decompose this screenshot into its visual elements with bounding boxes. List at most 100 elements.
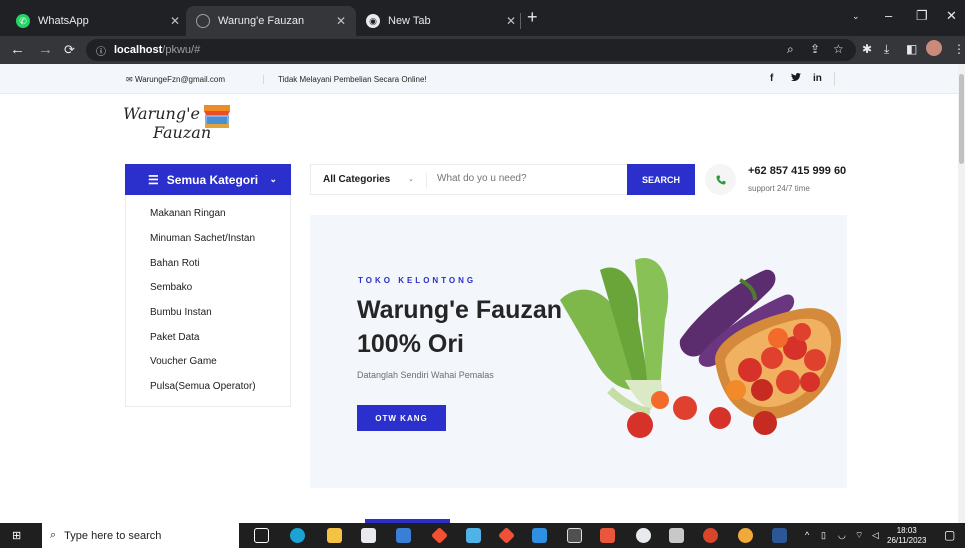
share-icon[interactable]: ⇪	[810, 42, 820, 56]
download-icon[interactable]: ⤓	[884, 42, 889, 57]
browser-tab-strip: ✆ WhatsApp ✕ Warung'e Fauzan ✕ ◉ New Tab…	[0, 0, 965, 36]
hero-title-line-1: Warung'e Fauzan	[357, 296, 563, 324]
windows-taskbar: ⊞ ⌕ Type here to search ^ ▯ ◡ ⌔ ◁ 18:03 …	[0, 523, 965, 548]
close-icon[interactable]: ✕	[506, 14, 516, 28]
taskbar-search-box[interactable]: ⌕ Type here to search	[42, 523, 239, 548]
chrome-icon[interactable]	[636, 528, 651, 543]
phone-number: +62 857 415 999 60	[748, 165, 847, 177]
tab-whatsapp[interactable]: ✆ WhatsApp ✕	[6, 6, 190, 36]
search-icon: ⌕	[50, 529, 57, 541]
tab-search-icon[interactable]: ⌄	[852, 11, 860, 22]
chrome-icon[interactable]	[738, 528, 753, 543]
tab-separator	[520, 13, 521, 29]
tab-label: WhatsApp	[38, 15, 89, 27]
windows-start-icon[interactable]: ⊞	[12, 529, 21, 542]
url-host: localhost	[114, 44, 163, 56]
category-item[interactable]: Makanan Ringan	[150, 208, 226, 219]
category-item[interactable]: Pulsa(Semua Operator)	[150, 381, 256, 392]
category-list: Makanan Ringan Minuman Sachet/Instan Bah…	[125, 195, 291, 407]
url-field[interactable]: ⓘ localhost /pkwu/#	[86, 39, 856, 61]
address-bar-row: ← → ⟳ ⓘ localhost /pkwu/# ⌕ ⇪ ☆ ✱ ⤓ ◧ ⋮	[0, 36, 965, 64]
close-icon[interactable]: ✕	[170, 14, 180, 28]
profile-avatar-icon[interactable]	[926, 40, 942, 56]
phone-icon	[705, 164, 736, 195]
reload-icon[interactable]: ⟳	[64, 41, 75, 59]
vegetables-image	[560, 258, 841, 438]
category-item[interactable]: Voucher Game	[150, 356, 217, 367]
hero-cta-button[interactable]: OTW KANG	[357, 405, 446, 431]
category-item[interactable]: Sembako	[150, 282, 192, 293]
taskbar-clock[interactable]: 18:03 26/11/2023	[887, 526, 926, 546]
hero-eyebrow: TOKO KELONTONG	[358, 276, 477, 285]
terminal-icon[interactable]	[567, 528, 582, 543]
social-divider	[834, 72, 835, 86]
search-input[interactable]	[437, 173, 617, 184]
notification-icon[interactable]: ▢	[944, 528, 955, 542]
store-icon[interactable]	[396, 528, 411, 543]
side-panel-icon[interactable]: ◧	[906, 42, 917, 56]
hero-banner: TOKO KELONTONG Warung'e Fauzan 100% Ori …	[310, 215, 847, 488]
linkedin-icon[interactable]: in	[813, 73, 822, 84]
tab-warunge-fauzan[interactable]: Warung'e Fauzan ✕	[186, 6, 356, 36]
menu-kebab-icon[interactable]: ⋮	[953, 42, 965, 56]
edge-icon[interactable]	[290, 528, 305, 543]
product-search-form: All Categories ⌄ SEARCH	[310, 164, 695, 195]
clock-date: 26/11/2023	[887, 536, 927, 545]
support-text: support 24/7 time	[748, 184, 810, 193]
chrome-icon: ◉	[366, 14, 380, 28]
zoom-icon[interactable]: ⌕	[787, 42, 794, 57]
taskbar-search-placeholder: Type here to search	[64, 529, 162, 542]
word-icon[interactable]	[772, 528, 787, 543]
all-categories-button[interactable]: ☰ Semua Kategori ⌄	[125, 164, 291, 195]
task-view-icon[interactable]	[254, 528, 269, 543]
tray-chevron-icon[interactable]: ^	[805, 530, 809, 540]
hero-description: Datanglah Sendiri Wahai Pemalas	[357, 370, 494, 380]
twitter-icon[interactable]	[791, 73, 801, 85]
logo-line-1: Warung'e	[123, 104, 200, 123]
tab-label: New Tab	[388, 15, 431, 27]
calculator-icon[interactable]	[361, 528, 376, 543]
category-item[interactable]: Paket Data	[150, 332, 199, 343]
wifi-icon[interactable]: ⌔	[855, 530, 863, 541]
site-logo[interactable]: Warung'e Fauzan	[123, 104, 211, 142]
page-scrollbar[interactable]	[958, 64, 965, 523]
tab-label: Warung'e Fauzan	[218, 15, 305, 27]
file-explorer-icon[interactable]	[327, 528, 342, 543]
email-text: WarungeFzn@gmail.com	[134, 75, 226, 84]
new-tab-button[interactable]: +	[527, 7, 538, 28]
window-close-button[interactable]: ✕	[946, 8, 957, 24]
category-item[interactable]: Bumbu Instan	[150, 307, 212, 318]
volume-icon[interactable]: ◁	[872, 530, 879, 541]
xampp-icon[interactable]	[600, 528, 615, 543]
url-path: /pkwu/#	[162, 44, 201, 56]
header-top-bar: ✉ WarungeFzn@gmail.com Tidak Melayani Pe…	[0, 64, 965, 94]
whatsapp-icon: ✆	[16, 14, 30, 28]
scrollbar-thumb[interactable]	[959, 74, 964, 164]
maximize-button[interactable]: ❐	[916, 8, 928, 24]
extensions-icon[interactable]: ✱	[862, 42, 872, 56]
search-button[interactable]: SEARCH	[627, 164, 695, 195]
info-icon[interactable]: ⓘ	[96, 43, 106, 58]
app-icon[interactable]	[466, 528, 481, 543]
hero-title-line-2: 100% Ori	[357, 330, 465, 358]
category-item[interactable]: Bahan Roti	[150, 258, 199, 269]
bookmark-star-icon[interactable]: ☆	[833, 42, 844, 56]
back-icon[interactable]: ←	[10, 41, 25, 59]
app-icon[interactable]	[669, 528, 684, 543]
chevron-down-icon[interactable]: ⌄	[408, 175, 414, 183]
category-item[interactable]: Minuman Sachet/Instan	[150, 233, 255, 244]
network-icon[interactable]: ◡	[838, 530, 846, 541]
powerpoint-icon[interactable]	[703, 528, 718, 543]
close-icon[interactable]: ✕	[336, 14, 346, 28]
category-select[interactable]: All Categories	[323, 174, 390, 185]
minimize-button[interactable]: –	[885, 8, 892, 23]
git-icon[interactable]	[498, 527, 515, 544]
vscode-icon[interactable]	[532, 528, 547, 543]
facebook-icon[interactable]: f	[770, 73, 773, 84]
forward-icon[interactable]: →	[38, 41, 53, 59]
globe-icon	[196, 14, 210, 28]
tab-new-tab[interactable]: ◉ New Tab ✕	[356, 6, 526, 36]
battery-icon[interactable]: ▯	[821, 530, 826, 541]
category-title: Semua Kategori	[166, 172, 259, 187]
git-icon[interactable]	[431, 527, 448, 544]
